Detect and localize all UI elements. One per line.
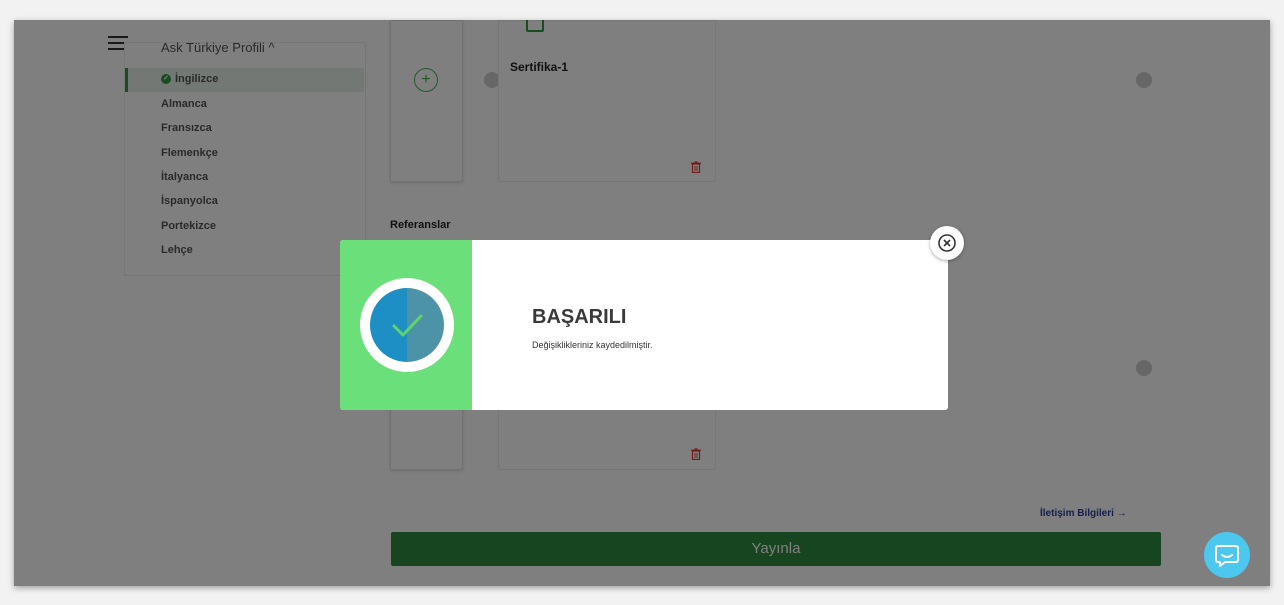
modal-message: Değişiklikleriniz kaydedilmiştir. [532,340,653,350]
modal-title: BAŞARILI [532,306,627,328]
chat-bubble-icon [1215,545,1239,567]
app-frame: Ask Türkiye Profili ^ ✓İngilizce Almanca… [14,20,1270,586]
chat-button[interactable] [1204,532,1250,578]
modal-status-panel [340,240,472,410]
status-ring [360,278,454,372]
check-icon [370,288,444,362]
close-icon[interactable] [930,226,964,260]
success-modal: BAŞARILI Değişiklikleriniz kaydedilmişti… [340,226,964,410]
